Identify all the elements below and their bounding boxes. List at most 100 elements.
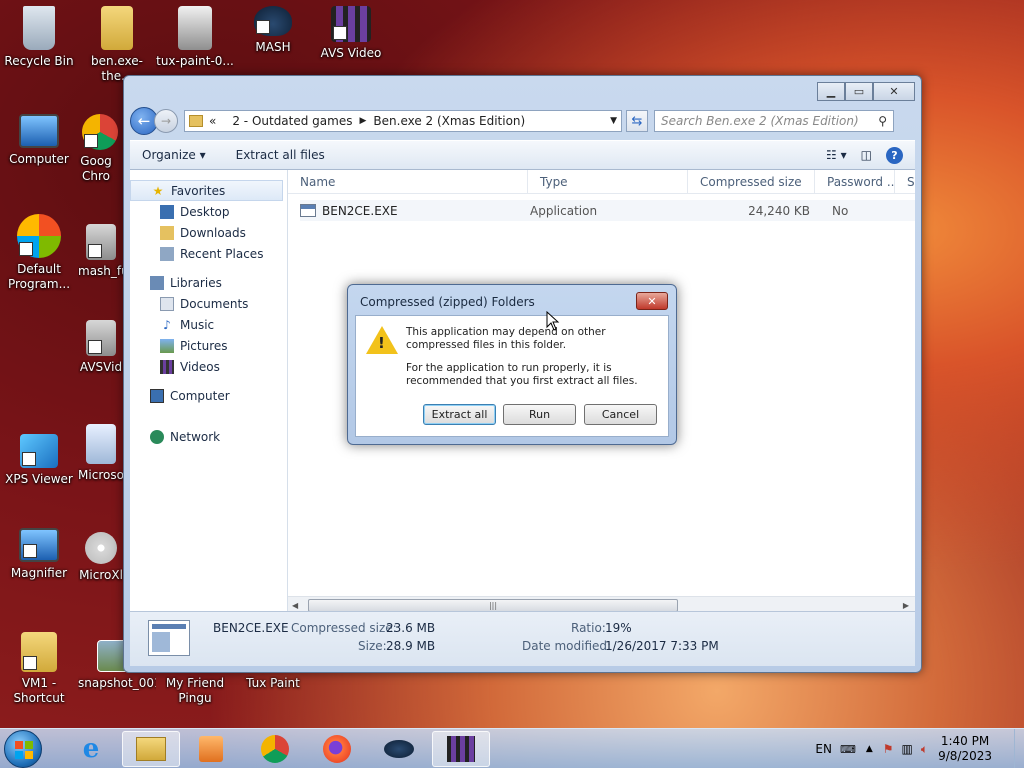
desktop-icon-default-programs[interactable]: Default Program... bbox=[0, 214, 78, 292]
scrollbar-thumb[interactable]: ||| bbox=[308, 598, 678, 612]
start-button[interactable] bbox=[4, 730, 42, 768]
desktop-icon-label: Goog Chro bbox=[80, 154, 112, 183]
nav-documents[interactable]: Documents bbox=[130, 293, 287, 314]
scroll-right-icon[interactable]: ▶ bbox=[903, 601, 909, 610]
help-icon[interactable]: ? bbox=[886, 146, 903, 164]
details-date-value: 1/26/2017 7:33 PM bbox=[605, 639, 719, 653]
desktop-icon-magnifier[interactable]: Magnifier bbox=[0, 528, 78, 581]
column-header-name[interactable]: Name bbox=[288, 170, 528, 193]
forward-button[interactable]: → bbox=[154, 109, 178, 133]
file-compressed-size: 24,240 KB bbox=[748, 203, 810, 218]
scroll-left-icon[interactable]: ◀ bbox=[292, 601, 298, 610]
application-icon bbox=[86, 424, 116, 464]
nav-network[interactable]: Network bbox=[130, 426, 287, 447]
desktop-icon bbox=[160, 204, 174, 219]
desktop-icon-tux-paint[interactable]: Tux Paint bbox=[234, 676, 312, 691]
cancel-button[interactable]: Cancel bbox=[584, 404, 657, 425]
details-ratio-value: 19% bbox=[605, 621, 632, 635]
nav-libraries[interactable]: Libraries bbox=[130, 272, 287, 293]
nav-music[interactable]: ♪ Music bbox=[130, 314, 287, 335]
taskbar-avs-video[interactable] bbox=[432, 731, 490, 767]
search-input[interactable]: Search Ben.exe 2 (Xmas Edition) ⚲ bbox=[654, 110, 894, 132]
taskbar-explorer[interactable] bbox=[122, 731, 180, 767]
taskbar-internet-explorer[interactable]: e bbox=[62, 731, 120, 767]
desktop-icon-label: AVS Video bbox=[320, 46, 382, 60]
desktop-icon-avs-video[interactable]: AVS Video bbox=[312, 6, 390, 61]
column-header-type[interactable]: Type bbox=[528, 170, 688, 193]
desktop-icon-avsvid[interactable]: AVSVid bbox=[78, 320, 124, 375]
address-overflow[interactable]: « bbox=[209, 114, 216, 128]
nav-pictures[interactable]: Pictures bbox=[130, 335, 287, 356]
film-icon bbox=[447, 736, 475, 762]
volume-icon[interactable]: 🔈︎ bbox=[921, 742, 928, 757]
nav-computer[interactable]: Computer bbox=[130, 385, 287, 406]
desktop-icon-computer[interactable]: Computer bbox=[0, 114, 78, 167]
extract-all-button[interactable]: Extract all bbox=[423, 404, 496, 425]
desktop-icon-microso[interactable]: Microso bbox=[78, 424, 124, 483]
desktop-icon-microxl[interactable]: MicroXl bbox=[78, 532, 124, 583]
taskbar-firefox[interactable] bbox=[308, 731, 366, 767]
refresh-button[interactable]: ⇆ bbox=[626, 110, 648, 132]
navigation-pane: ★ Favorites Desktop Downloads Recent Plac… bbox=[130, 170, 288, 613]
table-row[interactable]: BEN2CE.EXE Application 24,240 KB No bbox=[300, 200, 915, 221]
nav-favorites[interactable]: ★ Favorites bbox=[130, 180, 283, 201]
clock[interactable]: 1:40 PM 9/8/2023 bbox=[938, 734, 992, 764]
breadcrumb-arrow-icon[interactable]: ▶ bbox=[359, 116, 366, 126]
nav-recent-places[interactable]: Recent Places bbox=[130, 243, 287, 264]
installer-icon bbox=[86, 224, 116, 260]
nav-desktop[interactable]: Desktop bbox=[130, 201, 287, 222]
file-password: No bbox=[832, 203, 849, 218]
nav-videos[interactable]: Videos bbox=[130, 356, 287, 377]
desktop-icon-xps-viewer[interactable]: XPS Viewer bbox=[0, 434, 78, 487]
details-size-value: 28.9 MB bbox=[386, 639, 436, 653]
zip-folder-icon bbox=[101, 6, 133, 50]
toolbar-right: ☷ ▾ ◫ ? bbox=[826, 146, 903, 164]
column-header-password[interactable]: Password ... bbox=[815, 170, 895, 193]
desktop-icon-mash[interactable]: MASH bbox=[234, 6, 312, 55]
taskbar-mash[interactable] bbox=[370, 731, 428, 767]
nav-label: Pictures bbox=[180, 338, 228, 353]
firefox-icon bbox=[323, 735, 351, 763]
run-button[interactable]: Run bbox=[503, 404, 576, 425]
breadcrumb-segment[interactable]: Ben.exe 2 (Xmas Edition) bbox=[373, 114, 525, 128]
dialog-close-button[interactable]: ✕ bbox=[636, 292, 668, 310]
nav-downloads[interactable]: Downloads bbox=[130, 222, 287, 243]
show-hidden-icons-icon[interactable]: ▲ bbox=[866, 744, 873, 754]
desktop-icon-label: Computer bbox=[9, 152, 69, 166]
details-file-name: BEN2CE.EXE bbox=[213, 621, 289, 635]
extract-all-files-button[interactable]: Extract all files bbox=[236, 148, 325, 162]
search-icon[interactable]: ⚲ bbox=[878, 114, 887, 128]
address-bar[interactable]: « 2 - Outdated games ▶ Ben.exe 2 (Xmas E… bbox=[184, 110, 622, 132]
language-indicator[interactable]: EN bbox=[815, 742, 832, 756]
action-center-icon[interactable]: ⚑ bbox=[883, 742, 894, 756]
application-icon bbox=[300, 204, 316, 217]
taskbar-media-player[interactable] bbox=[182, 731, 240, 767]
taskbar-chrome[interactable] bbox=[246, 731, 304, 767]
minimize-button[interactable]: ▁ bbox=[817, 82, 845, 101]
show-desktop-button[interactable] bbox=[1014, 729, 1024, 768]
desktop-icon-my-friend-pingu[interactable]: My Friend Pingu bbox=[156, 676, 234, 706]
close-button[interactable]: ✕ bbox=[873, 82, 915, 101]
desktop-icon-vm1-shortcut[interactable]: VM1 - Shortcut bbox=[0, 632, 78, 706]
pictures-icon bbox=[160, 338, 174, 353]
recycle-bin-icon bbox=[23, 6, 55, 50]
column-header-size[interactable]: Si bbox=[895, 170, 915, 193]
desktop-icon-recycle-bin[interactable]: Recycle Bin bbox=[0, 6, 78, 69]
dialog-title: Compressed (zipped) Folders bbox=[360, 295, 535, 309]
desktop-icon-mash-fu[interactable]: mash_fu bbox=[78, 224, 124, 279]
keyboard-icon[interactable]: ⌨ bbox=[840, 743, 856, 756]
nav-label: Libraries bbox=[170, 275, 222, 290]
desktop-icon-tux-paint-installer[interactable]: tux-paint-0... bbox=[156, 6, 234, 69]
desktop-icon-chrome[interactable]: Goog Chro bbox=[78, 114, 122, 184]
address-dropdown-icon[interactable]: ▼ bbox=[610, 116, 617, 126]
maximize-button[interactable]: ▭ bbox=[845, 82, 873, 101]
view-options-icon[interactable]: ☷ ▾ bbox=[826, 148, 847, 162]
breadcrumb-segment[interactable]: 2 - Outdated games bbox=[232, 114, 352, 128]
desktop-icon-ben-exe[interactable]: ben.exe-the... bbox=[78, 6, 156, 84]
network-icon[interactable]: ▥ bbox=[902, 742, 913, 756]
organize-button[interactable]: Organize ▾ bbox=[142, 148, 206, 162]
preview-pane-icon[interactable]: ◫ bbox=[861, 148, 872, 162]
magnifier-icon bbox=[19, 528, 59, 562]
column-header-compressed-size[interactable]: Compressed size bbox=[688, 170, 815, 193]
desktop-icon-label: mash_fu bbox=[78, 264, 124, 278]
